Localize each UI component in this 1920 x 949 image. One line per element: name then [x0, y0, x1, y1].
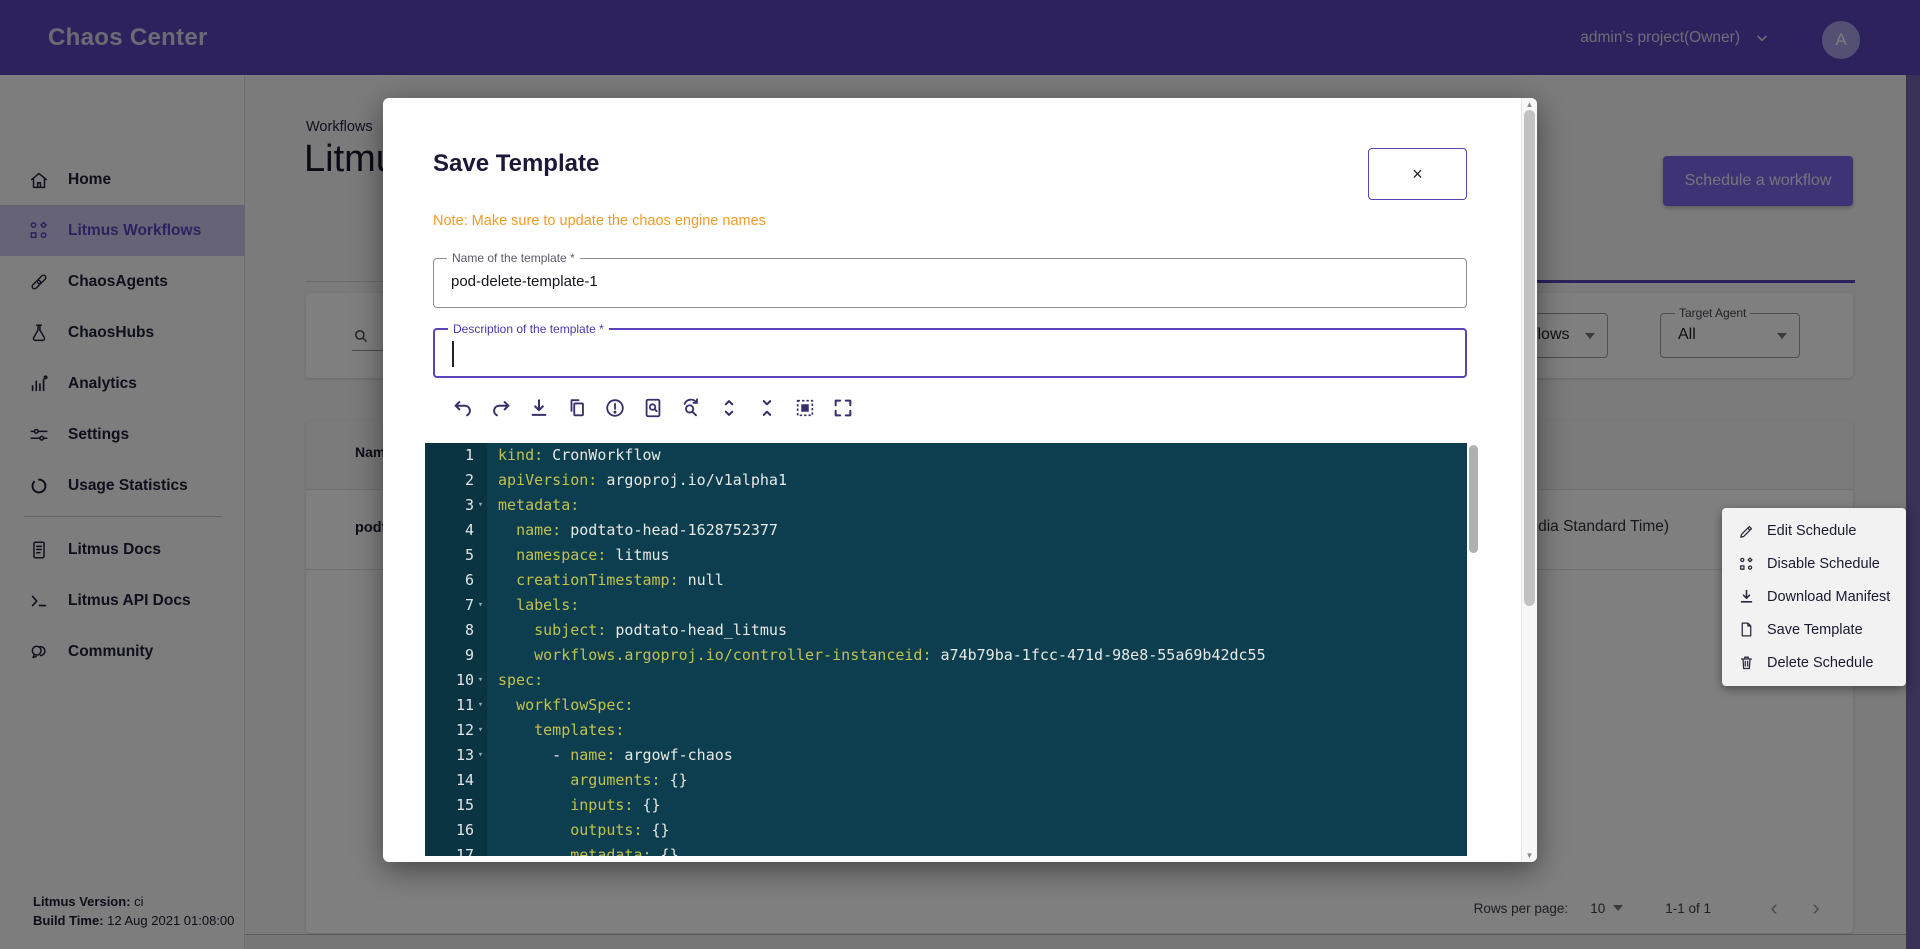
editor-line: 14 arguments: {} [425, 768, 1467, 793]
fullscreen-button[interactable] [828, 395, 857, 421]
template-name-field[interactable]: Name of the template * pod-delete-templa… [433, 258, 1467, 308]
scroll-down-icon[interactable]: ▼ [1522, 851, 1537, 860]
find-replace-icon [680, 397, 702, 419]
editor-line: 8 subject: podtato-head_litmus [425, 618, 1467, 643]
template-name-value: pod-delete-template-1 [451, 273, 598, 290]
editor-line: 13▾ - name: argowf-chaos [425, 743, 1467, 768]
fold-button[interactable] [752, 395, 781, 421]
menu-item-label: Download Manifest [1767, 589, 1890, 605]
template-description-label: Description of the template * [448, 322, 609, 336]
download-yaml-button[interactable] [524, 395, 553, 421]
fullscreen-icon [832, 397, 854, 419]
edit-icon [1738, 523, 1755, 540]
select-all-icon [794, 397, 816, 419]
copy-icon [566, 397, 588, 419]
redo-icon [490, 397, 512, 419]
save-template-modal: Save Template × Note: Make sure to updat… [383, 98, 1537, 862]
editor-line: 5 namespace: litmus [425, 543, 1467, 568]
editor-line: 2apiVersion: argoproj.io/v1alpha1 [425, 468, 1467, 493]
redo-button[interactable] [486, 395, 515, 421]
find-in-file-icon [642, 397, 664, 419]
yaml-editor[interactable]: 1kind: CronWorkflow2apiVersion: argoproj… [425, 443, 1467, 856]
editor-line: 15 inputs: {} [425, 793, 1467, 818]
scroll-up-icon[interactable]: ▲ [1522, 100, 1537, 109]
modal-note: Note: Make sure to update the chaos engi… [433, 213, 766, 229]
schedule-context-menu: Edit Schedule Disable Schedule Download … [1722, 508, 1906, 686]
editor-line: 11▾ workflowSpec: [425, 693, 1467, 718]
unfold-button[interactable] [714, 395, 743, 421]
editor-line: 7▾ labels: [425, 593, 1467, 618]
select-all-button[interactable] [790, 395, 819, 421]
yaml-editor-lines: 1kind: CronWorkflow2apiVersion: argoproj… [425, 443, 1467, 856]
editor-line: 6 creationTimestamp: null [425, 568, 1467, 593]
menu-item-label: Disable Schedule [1767, 556, 1880, 572]
menu-item-label: Save Template [1767, 622, 1863, 638]
copy-button[interactable] [562, 395, 591, 421]
modal-scrollbar-thumb[interactable] [1524, 110, 1535, 606]
download-icon [1738, 588, 1755, 605]
file-icon [1738, 621, 1755, 638]
modal-scrollbar[interactable]: ▲ ▼ [1521, 98, 1537, 862]
menu-item-delete-schedule[interactable]: Delete Schedule [1722, 647, 1906, 679]
editor-line: 12▾ templates: [425, 718, 1467, 743]
modal-title: Save Template [433, 150, 599, 178]
editor-toolbar [448, 395, 857, 421]
unfold-icon [718, 397, 740, 419]
editor-scrollbar[interactable] [1469, 445, 1478, 553]
screen: Chaos Center admin's project(Owner) A Ho… [0, 0, 1920, 949]
close-icon: × [1412, 164, 1423, 184]
editor-line: 17 metadata: {} [425, 843, 1467, 856]
menu-item-label: Edit Schedule [1767, 523, 1856, 539]
editor-line: 10▾spec: [425, 668, 1467, 693]
menu-item-label: Delete Schedule [1767, 655, 1873, 671]
schedule-icon [1738, 556, 1755, 573]
undo-icon [452, 397, 474, 419]
find-in-file-button[interactable] [638, 395, 667, 421]
template-description-field[interactable]: Description of the template * [433, 328, 1467, 378]
download-icon [528, 397, 550, 419]
trash-icon [1738, 654, 1755, 671]
editor-line: 1kind: CronWorkflow [425, 443, 1467, 468]
template-name-label: Name of the template * [447, 251, 580, 265]
menu-item-download-manifest[interactable]: Download Manifest [1722, 581, 1906, 613]
editor-line: 9 workflows.argoproj.io/controller-insta… [425, 643, 1467, 668]
editor-line: 16 outputs: {} [425, 818, 1467, 843]
error-icon [604, 397, 626, 419]
text-cursor [452, 341, 454, 367]
undo-button[interactable] [448, 395, 477, 421]
error-info-button[interactable] [600, 395, 629, 421]
editor-line: 3▾metadata: [425, 493, 1467, 518]
menu-item-save-template[interactable]: Save Template [1722, 614, 1906, 646]
close-modal-button[interactable]: × [1368, 148, 1467, 200]
find-replace-button[interactable] [676, 395, 705, 421]
menu-item-edit-schedule[interactable]: Edit Schedule [1722, 515, 1906, 547]
fold-icon [756, 397, 778, 419]
editor-line: 4 name: podtato-head-1628752377 [425, 518, 1467, 543]
menu-item-disable-schedule[interactable]: Disable Schedule [1722, 548, 1906, 580]
